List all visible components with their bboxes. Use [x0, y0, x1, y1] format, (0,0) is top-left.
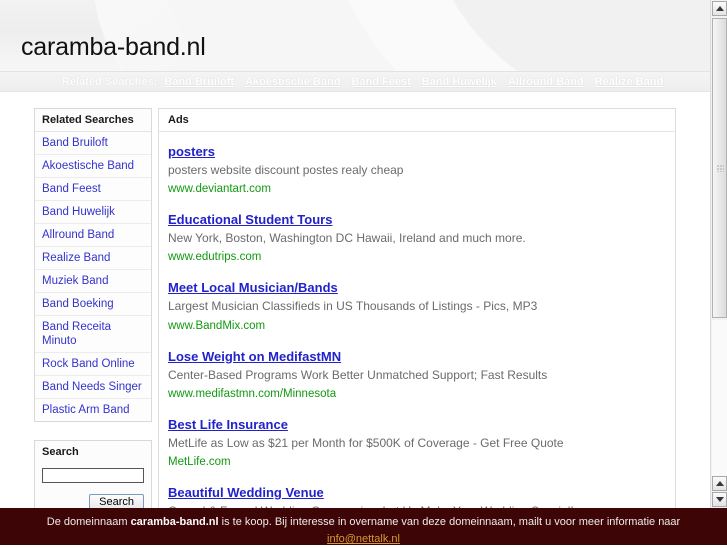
ads-list: posters posters website discount postes … [159, 132, 675, 508]
banner-email-link[interactable]: info@nettalk.nl [327, 533, 400, 545]
caret-down-icon [716, 497, 724, 502]
nav-link-band-huwelijk[interactable]: Band Huwelijk [422, 76, 497, 88]
nav-link-allround-band[interactable]: Allround Band [508, 76, 584, 88]
sidebar-item-akoestische-band[interactable]: Akoestische Band [35, 155, 151, 179]
site-title: caramba-band.nl [21, 33, 206, 61]
ad-item: Best Life Insurance MetLife as Low as $2… [168, 416, 666, 470]
ad-url[interactable]: www.medifastmn.com/Minnesota [168, 388, 336, 400]
ad-url[interactable]: www.BandMix.com [168, 320, 265, 332]
ad-title-best-life-insurance[interactable]: Best Life Insurance [168, 417, 288, 432]
sidebar-item-rock-band-online[interactable]: Rock Band Online [35, 353, 151, 377]
ad-description: MetLife as Low as $21 per Month for $500… [168, 435, 564, 450]
banner-text-before: De domeinnaam [46, 516, 131, 528]
ad-title-beautiful-wedding-venue[interactable]: Beautiful Wedding Venue [168, 485, 324, 500]
ad-title-posters[interactable]: posters [168, 144, 215, 159]
banner-text-line: De domeinnaam caramba-band.nl is te koop… [0, 514, 727, 531]
ad-description: Center-Based Programs Work Better Unmatc… [168, 367, 548, 382]
ad-description: Largest Musician Classifieds in US Thous… [168, 299, 538, 314]
related-searches-nav: Related Searches: Band Bruiloft Akoestis… [0, 72, 710, 92]
caret-up-icon [716, 481, 724, 486]
nav-link-realize-band[interactable]: Realize Band [595, 76, 663, 88]
sidebar-item-allround-band[interactable]: Allround Band [35, 224, 151, 248]
sidebar-item-realize-band[interactable]: Realize Band [35, 247, 151, 271]
scroll-down-button[interactable] [712, 492, 727, 507]
sidebar-item-muziek-band[interactable]: Muziek Band [35, 270, 151, 294]
ad-title-meet-local-musician-bands[interactable]: Meet Local Musician/Bands [168, 280, 338, 295]
banner-text-after: is te koop. Bij interesse in overname va… [218, 516, 681, 528]
scroll-up-button-secondary[interactable] [712, 476, 727, 491]
caret-up-icon [716, 6, 724, 11]
scroll-up-button[interactable] [712, 1, 727, 16]
domain-for-sale-banner: De domeinnaam caramba-band.nl is te koop… [0, 508, 727, 545]
page-viewport: caramba-band.nl Related Searches: Band B… [0, 0, 710, 545]
ad-url[interactable]: MetLife.com [168, 456, 231, 468]
banner-domain-name: caramba-band.nl [130, 516, 219, 528]
main-content: Related Searches Band Bruiloft Akoestisc… [0, 92, 710, 521]
ad-title-educational-student-tours[interactable]: Educational Student Tours [168, 212, 332, 227]
scrollbar-track[interactable] [712, 320, 727, 476]
related-searches-nav-label: Related Searches: [62, 75, 158, 88]
sidebar-item-band-feest[interactable]: Band Feest [35, 178, 151, 202]
ad-item: Beautiful Wedding Venue Casual & Formal … [168, 484, 666, 508]
sidebar-item-band-huwelijk[interactable]: Band Huwelijk [35, 201, 151, 225]
ad-url[interactable]: www.edutrips.com [168, 251, 261, 263]
nav-link-akoestische-band[interactable]: Akoestische Band [245, 76, 340, 88]
scrollbar-grip-icon [717, 165, 724, 172]
ad-item: Lose Weight on MedifastMN Center-Based P… [168, 348, 666, 402]
search-input[interactable] [42, 467, 144, 483]
ad-description: New York, Boston, Washington DC Hawaii, … [168, 231, 526, 246]
sidebar-item-plastic-arm-band[interactable]: Plastic Arm Band [35, 399, 151, 422]
header-background-arc-3 [330, 0, 710, 71]
related-searches-panel: Related Searches Band Bruiloft Akoestisc… [34, 108, 152, 423]
ad-title-lose-weight-on-medifastmn[interactable]: Lose Weight on MedifastMN [168, 349, 341, 364]
related-searches-title: Related Searches [35, 109, 151, 132]
header-background-arc-2 [160, 0, 710, 71]
nav-link-band-bruiloft[interactable]: Band Bruiloft [164, 76, 234, 88]
sidebar-item-band-receita-minuto[interactable]: Band Receita Minuto [35, 316, 151, 354]
ad-item: Educational Student Tours New York, Bost… [168, 211, 666, 265]
nav-link-band-feest[interactable]: Band Feest [351, 76, 410, 88]
vertical-scrollbar[interactable] [710, 0, 727, 508]
sidebar-item-band-boeking[interactable]: Band Boeking [35, 293, 151, 317]
ad-description: posters website discount postes realy ch… [168, 163, 404, 177]
sidebar: Related Searches Band Bruiloft Akoestisc… [34, 108, 152, 521]
sidebar-item-band-bruiloft[interactable]: Band Bruiloft [35, 132, 151, 156]
ad-item: posters posters website discount postes … [168, 143, 666, 197]
sidebar-item-band-needs-singer[interactable]: Band Needs Singer [35, 376, 151, 400]
scrollbar-thumb[interactable] [712, 18, 727, 318]
search-panel-title: Search [35, 441, 151, 462]
ad-url[interactable]: www.deviantart.com [168, 183, 271, 195]
header-background-arc-4 [430, 0, 710, 71]
page-header: caramba-band.nl [0, 0, 710, 72]
ads-panel-title: Ads [159, 109, 675, 132]
ad-item: Meet Local Musician/Bands Largest Musici… [168, 279, 666, 333]
ads-panel: Ads posters posters website discount pos… [158, 108, 676, 508]
